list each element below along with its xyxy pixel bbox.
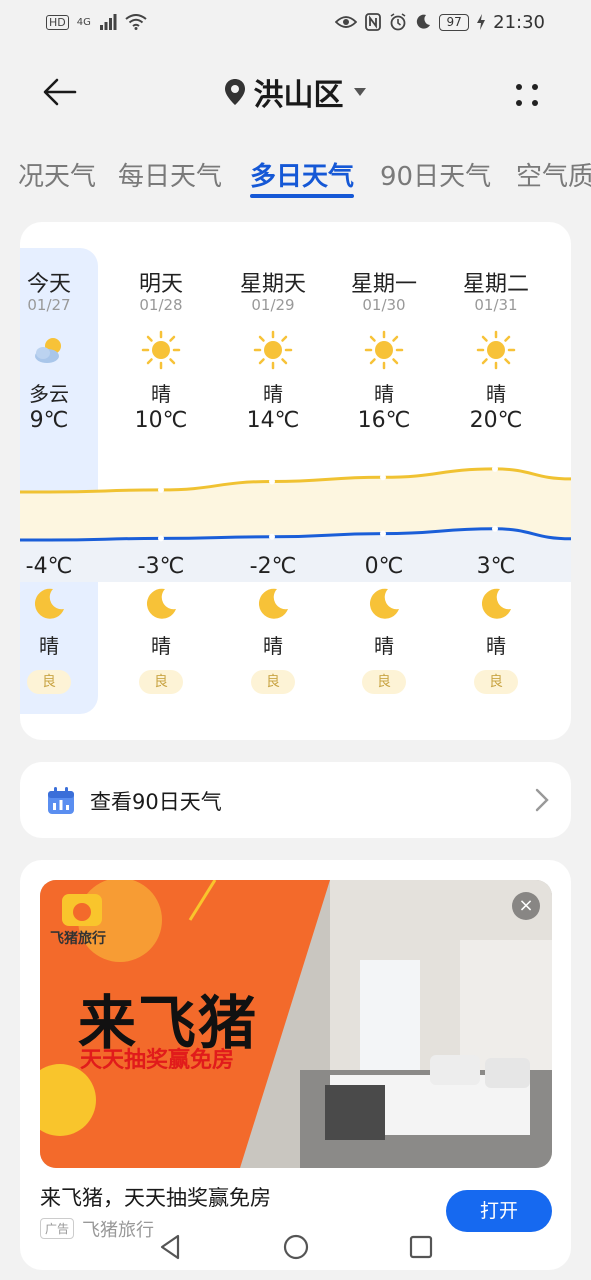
ad-subheadline: 天天抽奖赢免房 [80, 1048, 235, 1073]
view-90-day-row[interactable]: 查看90日天气 [20, 762, 571, 838]
calendar-icon [48, 787, 74, 814]
tab-live-weather[interactable]: 况天气 [18, 156, 96, 193]
ad-banner-image[interactable]: 飞猪旅行 来飞猪 天天抽奖赢免房 × [40, 880, 552, 1168]
dropdown-caret-icon [353, 88, 366, 96]
ad-title[interactable]: 来飞猪，天天抽奖赢免房 [40, 1182, 271, 1212]
more-dot-icon [532, 84, 538, 90]
forecast-high-temp: 14℃ [246, 408, 300, 433]
nfc-icon [365, 13, 382, 31]
aqi-badge: 良 [27, 670, 71, 694]
sun-icon [476, 330, 516, 370]
forecast-night-condition: 晴 [374, 634, 394, 658]
forecast-day-condition: 晴 [263, 382, 283, 406]
more-dot-icon [516, 100, 522, 106]
chevron-right-icon [535, 788, 549, 812]
forecast-card: 今天 01/27 多云 9℃ -4℃ 晴良明天 01/28 晴 10℃ -3℃ 晴良星期天 01/29… [20, 222, 571, 740]
back-nav-icon[interactable] [156, 1232, 186, 1262]
forecast-night-condition: 晴 [39, 634, 59, 658]
forecast-night-condition: 晴 [486, 634, 506, 658]
forecast-day-condition: 多云 [29, 382, 69, 406]
forecast-low-temp: -3℃ [137, 554, 185, 579]
eye-icon [335, 16, 358, 28]
status-bar: HD 4G 97 21:30 [0, 0, 591, 44]
more-dot-icon [516, 84, 522, 90]
moon-icon [481, 588, 511, 619]
forecast-day-column[interactable]: 星期一 01/30 晴 16℃ 0℃ 晴良 [328, 222, 440, 740]
clock-time: 21:30 [493, 11, 545, 33]
sun-icon [253, 330, 293, 370]
forecast-day-date: 01/27 [27, 296, 71, 314]
forecast-low-temp: 3℃ [476, 554, 516, 579]
location-selector[interactable]: 洪山区 [0, 72, 591, 113]
charging-icon [477, 14, 486, 30]
tab-daily-weather[interactable]: 每日天气 [118, 156, 222, 193]
hd-badge: HD [46, 14, 69, 30]
view-90-day-label: 查看90日天气 [90, 790, 222, 814]
aqi-badge: 良 [251, 670, 295, 694]
location-pin-icon [224, 79, 245, 105]
forecast-low-temp: -4℃ [25, 554, 73, 579]
system-nav-bar [0, 1222, 591, 1272]
moon-icon [34, 588, 64, 619]
alarm-icon [390, 13, 406, 31]
forecast-day-column[interactable]: 星期二 01/31 晴 20℃ 3℃ 晴良 [440, 222, 552, 740]
tab-90-day-weather[interactable]: 90日天气 [380, 156, 491, 193]
forecast-day-condition: 晴 [374, 382, 394, 406]
forecast-day-date: 01/28 [139, 296, 183, 314]
aqi-badge: 良 [139, 670, 183, 694]
moon-icon [146, 588, 176, 619]
moon-icon [369, 588, 399, 619]
battery-icon: 97 [439, 13, 470, 31]
forecast-day-date: 01/29 [251, 296, 295, 314]
sun-icon [141, 330, 181, 370]
signal-bars-icon [99, 14, 117, 30]
forecast-night-condition: 晴 [263, 634, 283, 658]
moon-icon [258, 588, 288, 619]
forecast-high-temp: 16℃ [357, 408, 411, 433]
ad-card: 飞猪旅行 来飞猪 天天抽奖赢免房 × 来飞猪，天天抽奖赢免房 广告 飞猪旅行 打… [20, 860, 571, 1270]
forecast-day-name: 星期二 [462, 272, 529, 297]
forecast-low-temp: -2℃ [249, 554, 297, 579]
aqi-badge: 良 [362, 670, 406, 694]
fliggy-logo-icon [62, 894, 102, 926]
forecast-day-column[interactable]: 星期天 01/29 晴 14℃ -2℃ 晴良 [217, 222, 329, 740]
wifi-icon [125, 14, 147, 30]
forecast-high-temp: 10℃ [134, 408, 188, 433]
more-options-button[interactable] [506, 74, 550, 118]
forecast-day-condition: 晴 [486, 382, 506, 406]
home-nav-icon[interactable] [281, 1232, 311, 1262]
forecast-day-name: 今天 [26, 272, 71, 297]
forecast-high-temp: 9℃ [29, 408, 69, 433]
active-tab-indicator [250, 194, 354, 198]
aqi-badge: 良 [474, 670, 518, 694]
recents-nav-icon[interactable] [406, 1232, 436, 1262]
tab-bar: 况天气 每日天气 多日天气 90日天气 空气质 [0, 150, 591, 204]
forecast-day-name: 明天 [138, 272, 183, 297]
forecast-high-temp: 20℃ [469, 408, 523, 433]
signal-label: 4G [76, 16, 91, 28]
forecast-day-date: 01/31 [474, 296, 518, 314]
header: 洪山区 [0, 60, 591, 124]
ad-brand-small: 飞猪旅行 [50, 931, 106, 947]
forecast-day-name: 星期天 [239, 272, 306, 297]
forecast-low-temp: 0℃ [364, 554, 404, 579]
partly-cloudy-icon [35, 338, 61, 363]
location-name: 洪山区 [253, 78, 344, 113]
tab-air-quality[interactable]: 空气质 [516, 156, 591, 193]
forecast-day-column[interactable]: 明天 01/28 晴 10℃ -3℃ 晴良 [105, 222, 217, 740]
close-icon: × [518, 895, 534, 916]
forecast-day-column[interactable]: 今天 01/27 多云 9℃ -4℃ 晴良 [20, 222, 105, 740]
forecast-day-name: 星期一 [350, 272, 417, 297]
forecast-day-condition: 晴 [151, 382, 171, 406]
ad-close-button[interactable]: × [512, 892, 540, 920]
moon-status-icon [416, 14, 431, 29]
sun-icon [364, 330, 404, 370]
more-dot-icon [532, 100, 538, 106]
tab-multi-day-weather[interactable]: 多日天气 [250, 156, 354, 193]
forecast-night-condition: 晴 [151, 634, 171, 658]
forecast-day-date: 01/30 [362, 296, 406, 314]
